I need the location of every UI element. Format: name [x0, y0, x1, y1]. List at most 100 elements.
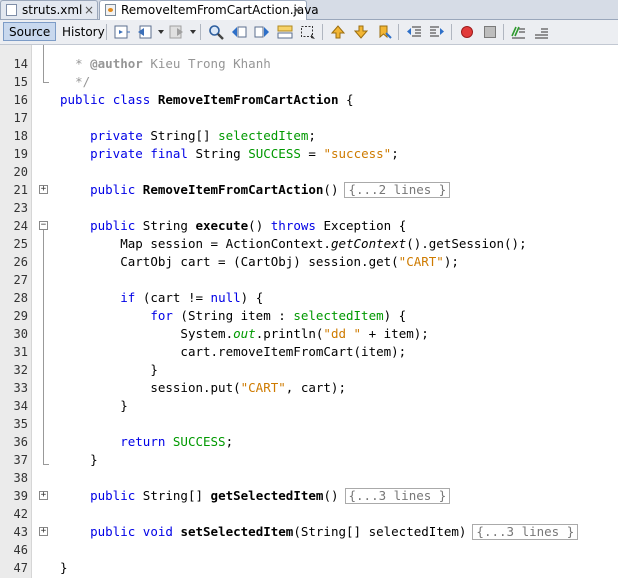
- line-number: 20: [13, 165, 28, 179]
- line-number: 29: [13, 309, 28, 323]
- toolbar-separator: [451, 24, 452, 40]
- line-number: 33: [13, 381, 28, 395]
- code-line: System.out.println("dd " + item);: [180, 326, 429, 341]
- code-line: public class RemoveItemFromCartAction {: [60, 92, 354, 107]
- code-line: public void setSelectedItem(String[] sel…: [60, 523, 579, 541]
- code-line: private final String SUCCESS = "success"…: [90, 146, 399, 161]
- fold-end-marker: [43, 464, 49, 465]
- fold-guide-line: [43, 45, 44, 82]
- tab-label: RemoveItemFromCartAction.java: [121, 3, 319, 17]
- code-line: public String[] getSelectedItem() {...3 l…: [60, 487, 451, 505]
- toolbar-separator: [322, 24, 323, 40]
- expand-fold-icon[interactable]: +: [39, 527, 48, 536]
- code-line: public String execute() throws Exception…: [90, 218, 407, 233]
- stop-macro-recording-icon[interactable]: [482, 24, 498, 40]
- code-line: }: [120, 398, 128, 413]
- line-number-gutter: 14 15 16 17 18 19 20 21 23 24 25 26 27 2…: [0, 45, 32, 578]
- line-number: 42: [13, 507, 28, 521]
- line-number: 36: [13, 435, 28, 449]
- java-file-icon: [105, 4, 116, 16]
- source-button[interactable]: Source: [3, 22, 57, 41]
- code-folding-margin: + − + +: [32, 45, 54, 578]
- line-number: 46: [13, 543, 28, 557]
- line-number: 19: [13, 147, 28, 161]
- line-number: 37: [13, 453, 28, 467]
- line-number: 39: [13, 489, 28, 503]
- close-tab-icon[interactable]: ×: [292, 1, 302, 19]
- line-number: 34: [13, 399, 28, 413]
- toggle-highlight-icon[interactable]: [277, 24, 293, 40]
- find-next-icon[interactable]: [254, 24, 270, 40]
- collapsed-code-block[interactable]: {...3 lines }: [344, 488, 451, 504]
- tab-remove-item-from-cart-action[interactable]: RemoveItemFromCartAction.java ×: [99, 0, 319, 20]
- line-number: 21: [13, 183, 28, 197]
- line-number: 18: [13, 129, 28, 143]
- toolbar-separator: [200, 24, 201, 40]
- rectangular-selection-icon[interactable]: [300, 24, 316, 40]
- tab-struts-xml[interactable]: struts.xml ×: [0, 0, 98, 19]
- last-edit-icon[interactable]: [114, 24, 130, 40]
- xml-file-icon: [6, 4, 17, 16]
- code-line: private String[] selectedItem;: [90, 128, 316, 143]
- line-number: 28: [13, 291, 28, 305]
- code-line: session.put("CART", cart);: [150, 380, 346, 395]
- find-previous-icon[interactable]: [231, 24, 247, 40]
- comment-icon[interactable]: [510, 24, 526, 40]
- code-editor[interactable]: * @author Kieu Trong Khanh */ public cla…: [54, 45, 618, 578]
- code-line: public RemoveItemFromCartAction() {...2 l…: [60, 181, 451, 199]
- line-number: 23: [13, 201, 28, 215]
- search-icon[interactable]: [208, 24, 224, 40]
- close-tab-icon[interactable]: ×: [84, 1, 94, 19]
- fold-guide-line: [43, 230, 44, 464]
- code-line: cart.removeItemFromCart(item);: [180, 344, 407, 359]
- toolbar-separator: [503, 24, 504, 40]
- toolbar-separator: [398, 24, 399, 40]
- code-line: Map session = ActionContext.getContext()…: [120, 236, 527, 251]
- fold-end-marker: [43, 82, 49, 83]
- chevron-down-icon[interactable]: [190, 30, 196, 34]
- start-macro-recording-icon[interactable]: [459, 24, 475, 40]
- line-number: 14: [13, 57, 28, 71]
- expand-fold-icon[interactable]: +: [39, 185, 48, 194]
- collapse-fold-icon[interactable]: −: [39, 221, 48, 230]
- line-number: 31: [13, 345, 28, 359]
- line-number: 16: [13, 93, 28, 107]
- code-line: }: [90, 452, 98, 467]
- line-number: 43: [13, 525, 28, 539]
- line-number: 32: [13, 363, 28, 377]
- line-number: 30: [13, 327, 28, 341]
- line-number: 15: [13, 75, 28, 89]
- toggle-bookmark-icon[interactable]: [376, 24, 392, 40]
- code-line: * @author Kieu Trong Khanh: [75, 56, 271, 71]
- editor-tab-bar: struts.xml × RemoveItemFromCartAction.ja…: [0, 0, 618, 20]
- line-number: 35: [13, 417, 28, 431]
- previous-bookmark-icon[interactable]: [330, 24, 346, 40]
- shift-line-left-icon[interactable]: [406, 24, 422, 40]
- tab-label: struts.xml: [22, 3, 83, 17]
- code-line: CartObj cart = (CartObj) session.get("CA…: [120, 254, 459, 269]
- expand-fold-icon[interactable]: +: [39, 491, 48, 500]
- collapsed-code-block[interactable]: {...3 lines }: [472, 524, 579, 540]
- code-line: if (cart != null) {: [120, 290, 264, 305]
- back-icon[interactable]: [137, 24, 153, 40]
- code-line: }: [60, 560, 68, 575]
- next-bookmark-icon[interactable]: [353, 24, 369, 40]
- line-number: 17: [13, 111, 28, 125]
- toolbar-separator: [106, 24, 107, 40]
- chevron-down-icon[interactable]: [158, 30, 164, 34]
- uncomment-icon[interactable]: [533, 24, 549, 40]
- code-line: for (String item : selectedItem) {: [150, 308, 407, 323]
- line-number: 38: [13, 471, 28, 485]
- code-line: }: [150, 362, 158, 377]
- line-number: 47: [13, 561, 28, 575]
- collapsed-code-block[interactable]: {...2 lines }: [344, 182, 451, 198]
- forward-icon[interactable]: [168, 24, 184, 40]
- code-line: */: [75, 74, 91, 89]
- line-number: 25: [13, 237, 28, 251]
- line-number: 27: [13, 273, 28, 287]
- code-line: return SUCCESS;: [120, 434, 234, 449]
- line-number: 24: [13, 219, 28, 233]
- shift-line-right-icon[interactable]: [429, 24, 445, 40]
- history-button[interactable]: History: [56, 22, 111, 41]
- line-number: 26: [13, 255, 28, 269]
